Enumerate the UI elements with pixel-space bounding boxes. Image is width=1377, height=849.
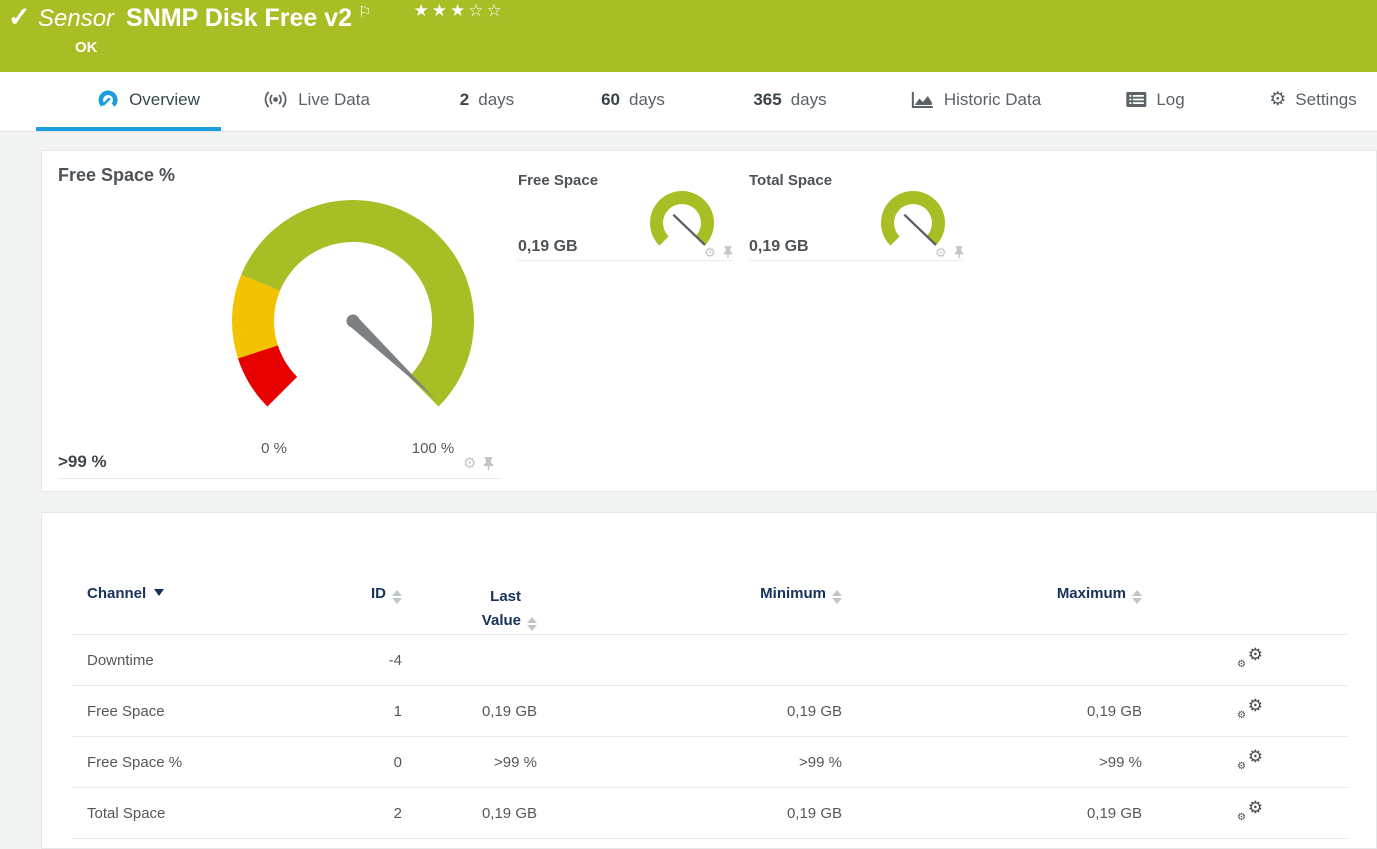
mini-gauge-value: 0,19 GB [518,238,578,255]
mini-panel-divider [518,260,732,261]
sort-icon [392,590,402,604]
column-header-minimum[interactable]: Minimum [547,563,852,635]
main-panel-actions: ⚙ [463,456,494,471]
channel-maximum: 0,19 GB [1086,702,1142,720]
channel-last-value [412,635,547,686]
channel-name: Free Space [87,702,165,720]
channel-id: 1 [393,702,402,720]
log-icon [1126,92,1147,107]
status-badge: OK [75,39,98,56]
channel-settings-icon[interactable]: ⚙ ⚙ [1237,799,1263,823]
table-row-downtime: Downtime -4 ⚙ ⚙ [72,635,1348,686]
priority-stars[interactable]: ★★★☆☆ [414,1,505,20]
mini-panel-divider [749,260,963,261]
broadcast-icon [264,91,287,108]
column-header-channel[interactable]: Channel [72,563,322,635]
mini-panel-free-space: Free Space 0,19 GB ⚙ [518,151,732,271]
sensor-type-label: Sensor [38,5,115,32]
tab-settings[interactable]: ⚙ Settings [1269,72,1356,127]
channel-table: Channel ID Last Value Minimum Maximum Do… [72,563,1348,839]
channel-name: Free Space % [87,753,183,771]
channel-name: Downtime [87,651,154,669]
mini-gauge-title: Free Space [518,172,599,189]
channel-minimum: >99 % [799,753,842,771]
channel-id: -4 [388,651,402,669]
table-row-total-space: Total Space 2 0,19 GB 0,19 GB 0,19 GB ⚙ ⚙ [72,788,1348,839]
channel-minimum: 0,19 GB [786,804,842,822]
pin-icon[interactable] [723,246,733,259]
pin-icon[interactable] [954,246,964,259]
sort-icon [1132,590,1142,604]
tab-overview[interactable]: Overview [96,72,200,127]
channel-last-value: 0,19 GB [481,702,537,720]
sort-icon [832,590,842,604]
column-header-settings [1152,563,1348,635]
mini-panel-total-space: Total Space 0,19 GB ⚙ [749,151,963,271]
channel-id: 2 [393,804,402,822]
channel-table-header-row: Channel ID Last Value Minimum Maximum [72,563,1348,635]
gauges-card: Free Space % 0 % 100 % >99 % ⚙ Free Spac… [41,150,1377,492]
sensor-title-row: Sensor SNMP Disk Free v2 ⚐ ★★★☆☆ [38,1,505,33]
gauge-icon [98,90,118,107]
column-header-last-value[interactable]: Last Value [412,563,547,635]
channel-settings-icon[interactable]: ⚙ ⚙ [1237,646,1263,670]
gauge-needle [346,314,436,400]
status-check-icon: ✓ [8,2,31,32]
sensor-header: ✓ Sensor SNMP Disk Free v2 ⚐ ★★★☆☆ OK [0,0,1377,72]
channel-last-value: 0,19 GB [481,804,537,822]
table-row-free-space-percent: Free Space % 0 >99 % >99 % >99 % ⚙ ⚙ [72,737,1348,788]
page-title: SNMP Disk Free v2 [126,4,353,32]
flag-icon[interactable]: ⚐ [358,4,371,21]
channel-minimum [547,635,852,686]
tab-365-days[interactable]: 365 days [753,72,826,127]
tab-60-days[interactable]: 60 days [601,72,665,127]
area-chart-icon [911,91,933,108]
main-gauge-value: >99 % [58,452,107,471]
main-panel-divider [58,478,501,479]
channel-id: 0 [393,753,402,771]
channel-settings-icon[interactable]: ⚙ ⚙ [1237,697,1263,721]
mini-gauge-value: 0,19 GB [749,238,809,255]
channel-name: Total Space [87,804,166,822]
gear-icon[interactable]: ⚙ [463,456,476,471]
channels-card: Channel ID Last Value Minimum Maximum Do… [41,512,1377,849]
column-header-maximum[interactable]: Maximum [852,563,1152,635]
mini-gauge-title: Total Space [749,172,833,189]
channel-last-value: >99 % [494,753,537,771]
tab-bar: Overview Live Data 2 days 60 days 365 da… [0,72,1377,132]
sort-desc-icon [154,589,165,596]
gear-icon[interactable]: ⚙ [704,246,716,259]
tab-log[interactable]: Log [1125,72,1185,127]
channel-minimum: 0,19 GB [786,702,842,720]
tab-live-data[interactable]: Live Data [262,72,370,127]
table-row-free-space: Free Space 1 0,19 GB 0,19 GB 0,19 GB ⚙ ⚙ [72,686,1348,737]
active-tab-underline [36,127,221,131]
sort-icon [527,617,537,631]
channel-maximum: 0,19 GB [1086,804,1142,822]
gear-icon[interactable]: ⚙ [935,246,947,259]
gauge-min-label: 0 % [261,440,287,457]
channel-maximum: >99 % [1099,753,1142,771]
column-header-id[interactable]: ID [322,563,412,635]
pin-icon[interactable] [483,456,494,471]
mini-panel-actions: ⚙ [704,246,733,259]
free-space-percent-gauge [232,200,474,407]
tab-historic-data[interactable]: Historic Data [911,72,1041,127]
channel-settings-icon[interactable]: ⚙ ⚙ [1237,748,1263,772]
tab-2-days[interactable]: 2 days [460,72,514,127]
channel-maximum [852,635,1152,686]
mini-panel-actions: ⚙ [935,246,964,259]
gauge-max-label: 100 % [411,440,455,457]
main-gauge-title: Free Space % [58,165,176,185]
gear-icon: ⚙ [1269,89,1287,110]
